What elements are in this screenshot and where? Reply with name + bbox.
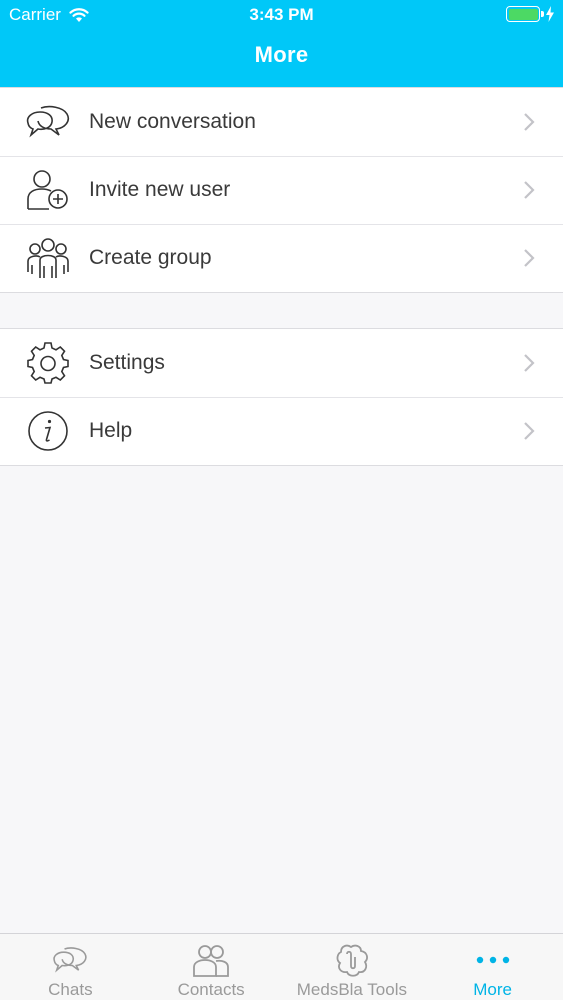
charging-bolt-icon [546,6,554,22]
menu-item-label: Create group [89,246,212,269]
menu-item-label: New conversation [89,110,256,133]
tab-contacts[interactable]: Contacts [141,934,282,1000]
status-time: 3:43 PM [249,5,314,24]
menu-item-invite-user[interactable]: Invite new user [0,156,563,224]
nav-header: Carrier 3:43 PM More [0,0,563,87]
chevron-right-icon [524,354,535,372]
add-user-icon [23,165,73,215]
tab-label: MedsBla Tools [296,980,407,999]
more-dots-icon [474,942,512,978]
battery-indicator [506,6,555,22]
tab-medsbla-tools[interactable]: MedsBla Tools [282,934,423,1000]
info-icon [23,406,73,456]
menu-item-settings[interactable]: Settings [0,329,563,397]
chat-bubbles-icon [52,942,88,978]
chat-bubbles-icon [23,97,73,147]
gear-icon [23,338,73,388]
contacts-icon [192,942,230,978]
status-bar: Carrier 3:43 PM [0,0,563,30]
chevron-right-icon [524,113,535,131]
page-title: More [254,42,309,67]
menu-item-label: Invite new user [89,178,231,201]
tab-label: Chats [48,980,93,999]
tab-label: Contacts [177,980,245,999]
menu-item-new-conversation[interactable]: New conversation [0,88,563,156]
menu-section-primary: New conversation Invite new user Create … [0,87,563,293]
chevron-right-icon [524,422,535,440]
tab-bar: Chats Contacts MedsBla Tools More [0,933,563,1000]
menu-item-label: Settings [89,351,165,374]
group-icon [23,233,73,283]
menu-item-label: Help [89,419,133,442]
chevron-right-icon [524,249,535,267]
chevron-right-icon [524,181,535,199]
tab-label: More [473,980,512,999]
menu-section-secondary: Settings Help [0,328,563,466]
tab-more[interactable]: More [422,934,563,1000]
tools-icon [333,942,371,978]
battery-icon [506,6,544,22]
menu-item-create-group[interactable]: Create group [0,224,563,292]
menu-item-help[interactable]: Help [0,397,563,465]
tab-chats[interactable]: Chats [0,934,141,1000]
